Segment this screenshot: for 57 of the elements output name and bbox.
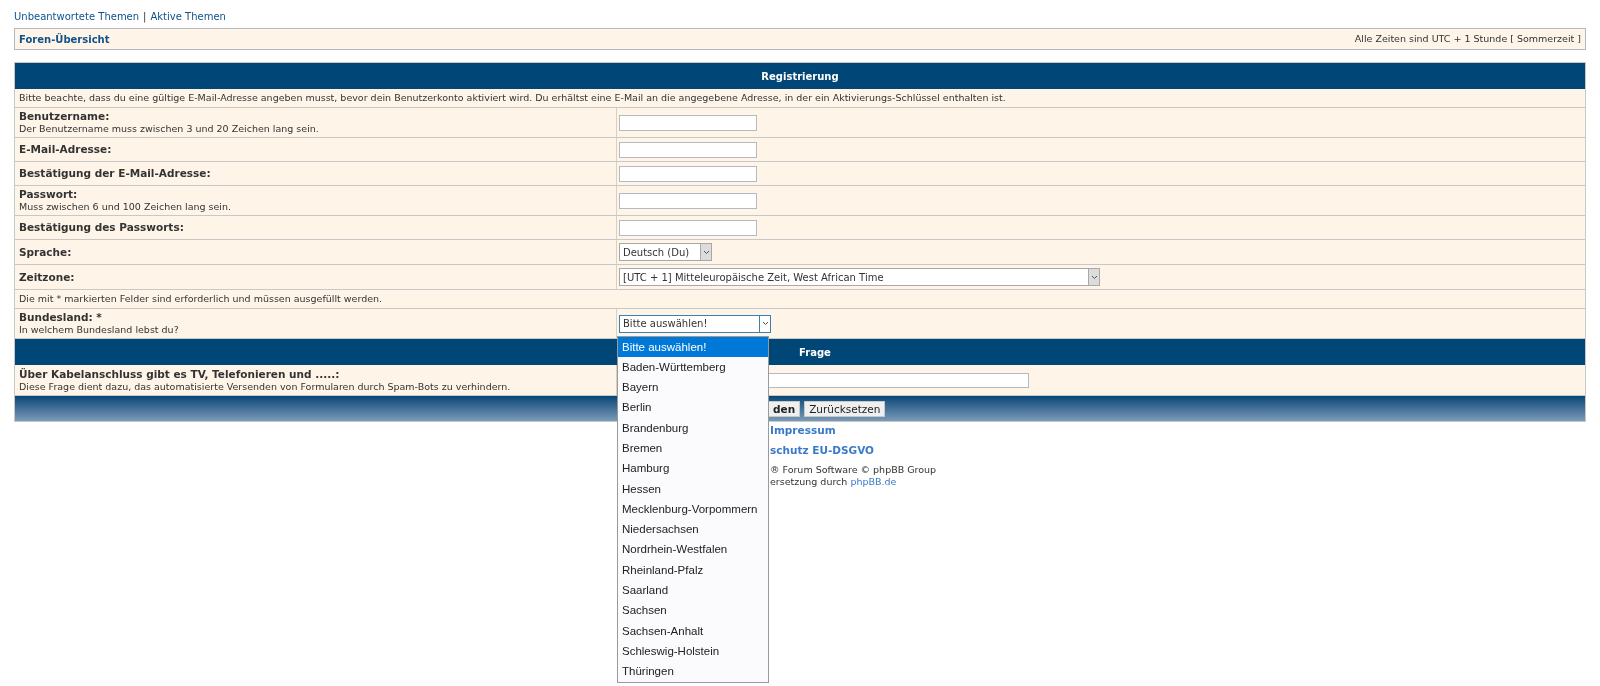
timezone-note: Alle Zeiten sind UTC + 1 Stunde [ Sommerzeit ]: [1354, 31, 1581, 46]
intro-text: Bitte beachte, dass du eine gültige E-Mail-Adresse angeben musst, bevor dein Benutzerkonto aktiviert wird. Du erhältst eine E-Mail an die angegebene Adresse, in der ein Aktivierungs-Schlüssel enthalten ist.: [15, 89, 1585, 108]
dropdown-option[interactable]: Nordrhein-Westfalen: [618, 539, 768, 561]
field-label: Sprache:: [19, 245, 73, 259]
field-label: Über Kabelanschluss gibt es TV, Telefonieren und .....:: [19, 367, 341, 381]
field-hint: Der Benutzername muss zwischen 3 und 20 Zeichen lang sein.: [19, 123, 320, 135]
section-title: Registrierung: [761, 69, 839, 84]
dropdown-option[interactable]: Bayern: [618, 377, 768, 398]
field-label: Benutzername:: [19, 110, 111, 123]
field-label: Bundesland: *: [19, 311, 103, 324]
chevron-down-icon: [1090, 274, 1098, 280]
dropdown-option[interactable]: Berlin: [618, 397, 768, 419]
input-field[interactable]: [619, 114, 757, 131]
section-title: Frage: [799, 345, 831, 360]
field-label: Bestätigung des Passworts:: [19, 221, 185, 234]
reset-button[interactable]: Zurücksetzen: [804, 400, 886, 417]
translation-credit: ersetzung durch phpBB.de: [770, 476, 897, 488]
dropdown-option[interactable]: Sachsen: [618, 600, 768, 622]
dropdown-option[interactable]: Hessen: [618, 479, 768, 500]
dropdown-option[interactable]: Mecklenburg-Vorpommern: [618, 499, 768, 520]
select-field[interactable]: [UTC + 1] Mitteleuropäische Zeit, West African Time: [619, 268, 1100, 286]
field-hint: In welchem Bundesland lebst du?: [19, 324, 180, 336]
field-label: Bestätigung der E-Mail-Adresse:: [19, 167, 212, 180]
field-label: Zeitzone:: [19, 270, 76, 284]
dropdown-option[interactable]: Saarland: [618, 580, 768, 601]
submit-button[interactable]: den: [768, 400, 801, 417]
breadcrumb-link[interactable]: Foren-Übersicht: [19, 31, 110, 47]
nav-link[interactable]: Unbeantwortete Themen: [14, 8, 140, 24]
chevron-down-icon: [702, 249, 710, 255]
link-separator: |: [143, 9, 147, 24]
field-hint: Muss zwischen 6 und 100 Zeichen lang sein.: [19, 201, 233, 213]
dropdown-option[interactable]: Thüringen: [618, 661, 768, 683]
input-field[interactable]: [619, 192, 757, 209]
chevron-down-icon: [761, 321, 769, 326]
required-note: Die mit * markierten Felder sind erforderlich und müssen ausgefüllt werden.: [15, 290, 1585, 309]
field-hint: Diese Frage dient dazu, das automatisierte Versenden von Formularen durch Spam-Bots zu verhindern.: [19, 380, 512, 393]
field-label: Passwort:: [19, 188, 79, 201]
select-field[interactable]: Deutsch (Du): [619, 243, 712, 261]
field-label: E-Mail-Adresse:: [19, 143, 113, 156]
footer-link[interactable]: Impressum: [770, 424, 836, 436]
input-field[interactable]: [619, 219, 757, 236]
dropdown-option[interactable]: Niedersachsen: [618, 519, 768, 540]
credit-link[interactable]: phpBB.de: [850, 476, 897, 487]
input-field[interactable]: [619, 165, 757, 182]
dropdown-option[interactable]: Baden-Württemberg: [618, 357, 768, 378]
dropdown-option[interactable]: Sachsen-Anhalt: [618, 621, 768, 642]
dropdown-option[interactable]: Bitte auswählen!: [618, 337, 768, 358]
dropdown-option[interactable]: Schleswig-Holstein: [618, 641, 768, 662]
nav-link[interactable]: Aktive Themen: [150, 8, 226, 24]
dropdown-option[interactable]: Hamburg: [618, 458, 768, 480]
dropdown-option[interactable]: Rheinland-Pfalz: [618, 560, 768, 581]
dropdown-option[interactable]: Brandenburg: [618, 418, 768, 439]
copyright-text: ® Forum Software © phpBB Group: [770, 464, 937, 476]
input-field[interactable]: [619, 141, 757, 158]
dropdown-option[interactable]: Bremen: [618, 438, 768, 459]
footer-link[interactable]: schutz EU-DSGVO: [770, 444, 875, 456]
select-field[interactable]: Bitte auswählen!: [619, 314, 771, 333]
